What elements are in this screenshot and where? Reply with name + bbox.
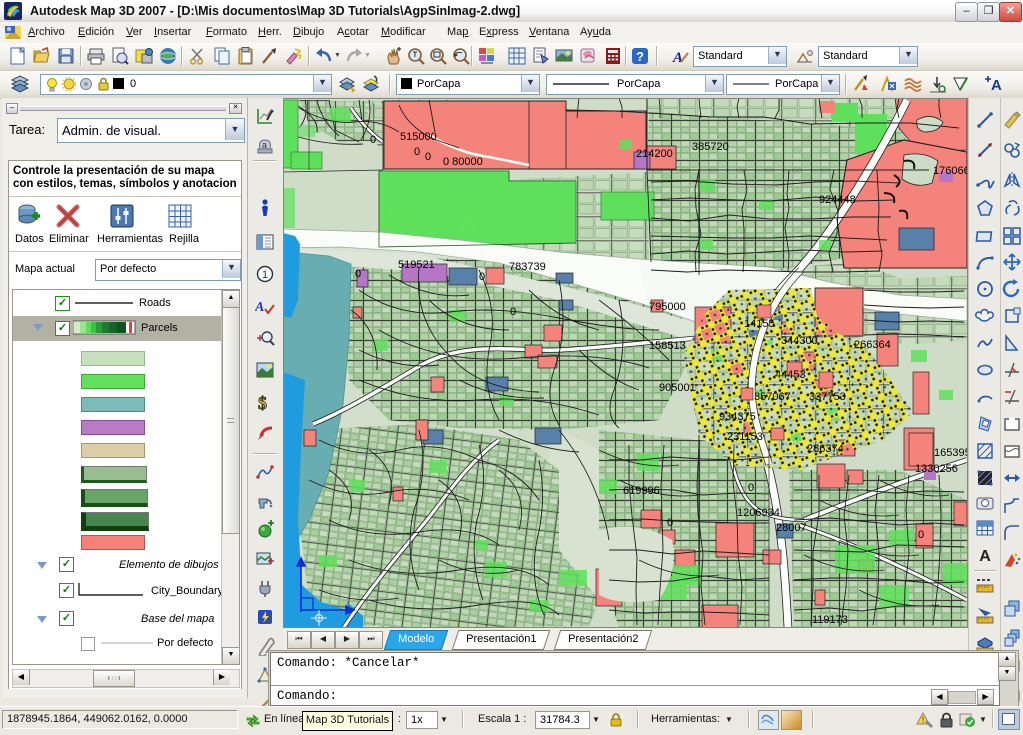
svg-text:1206934: 1206934 [737, 507, 780, 519]
svg-text:A: A [979, 548, 991, 565]
svg-text:619996: 619996 [623, 485, 660, 497]
svg-text:A: A [672, 50, 683, 66]
svg-text:357067: 357067 [754, 391, 791, 403]
svg-text:A: A [255, 300, 264, 315]
svg-text:A: A [991, 77, 1002, 94]
svg-text:$: $ [258, 393, 267, 412]
svg-text:119173: 119173 [812, 614, 848, 626]
svg-text:344300: 344300 [781, 335, 818, 347]
svg-text:214200: 214200 [636, 148, 673, 160]
svg-text:231153: 231153 [727, 431, 763, 443]
svg-text:0: 0 [425, 151, 431, 163]
svg-text:0: 0 [510, 306, 516, 318]
svg-text:0 80000: 0 80000 [443, 156, 483, 168]
svg-text:?: ? [636, 49, 644, 64]
svg-text:519521: 519521 [398, 259, 435, 271]
svg-text:934375: 934375 [719, 411, 756, 423]
svg-text:1: 1 [262, 269, 268, 281]
svg-text:385720: 385720 [692, 141, 729, 153]
svg-text:0: 0 [479, 271, 485, 283]
svg-text:0: 0 [355, 268, 361, 280]
svg-text:14155: 14155 [744, 318, 775, 330]
svg-text:28007: 28007 [776, 522, 807, 534]
svg-text:1330256: 1330256 [915, 463, 958, 475]
svg-text:286374: 286374 [807, 443, 844, 455]
svg-text:176066: 176066 [933, 165, 968, 177]
svg-text:165395: 165395 [934, 447, 968, 459]
svg-text:266364: 266364 [854, 339, 891, 351]
svg-text:515000: 515000 [400, 131, 437, 143]
svg-text:!: ! [922, 715, 925, 725]
svg-text:0: 0 [414, 146, 420, 158]
svg-text:783739: 783739 [509, 261, 546, 273]
svg-text:0: 0 [918, 529, 924, 541]
svg-text:a: a [262, 140, 267, 150]
svg-text:795000: 795000 [649, 301, 686, 313]
svg-text:0: 0 [667, 517, 673, 529]
svg-text:158513: 158513 [649, 340, 686, 352]
svg-text:337753: 337753 [809, 391, 846, 403]
svg-text:0: 0 [370, 134, 376, 146]
svg-text:924448: 924448 [819, 194, 856, 206]
svg-text:905001: 905001 [659, 382, 696, 394]
svg-text:0: 0 [748, 482, 754, 494]
svg-text:44453: 44453 [775, 369, 806, 381]
